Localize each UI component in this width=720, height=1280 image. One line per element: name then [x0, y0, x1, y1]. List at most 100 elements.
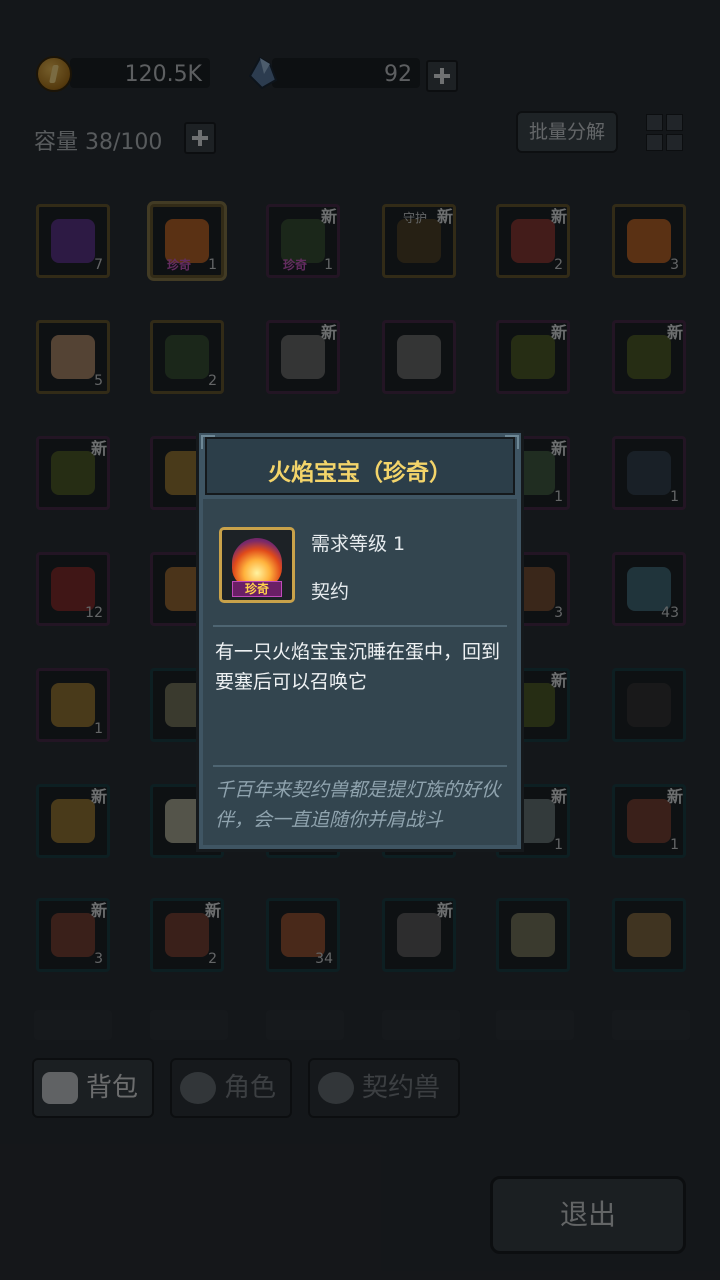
item-count: 2 [208, 951, 217, 967]
ore-icon [627, 451, 671, 495]
tab-pets[interactable]: 契约兽 [308, 1058, 460, 1118]
inventory-slot[interactable]: 2 [150, 320, 224, 394]
batch-decompose-button[interactable]: 批量分解 [516, 111, 618, 153]
inventory-slot[interactable]: 1 新珍奇 [266, 204, 340, 278]
inventory-slot[interactable] [612, 668, 686, 742]
item-count: 5 [94, 373, 103, 389]
crystal-amount: 92 [384, 62, 412, 87]
bell-collar-icon [627, 799, 671, 843]
new-badge: 新 [90, 787, 107, 806]
item-count: 2 [554, 257, 563, 273]
item-flavor-text: 千百年来契约兽都是提灯族的好伙伴，会一直追随你并肩战斗 [215, 779, 501, 831]
rare-tag: 珍奇 [167, 258, 192, 272]
capacity-label: 容量 38/100 [34, 130, 163, 155]
tab-bag[interactable]: 背包 [32, 1058, 154, 1118]
item-count: 1 [554, 837, 563, 853]
new-badge: 新 [550, 671, 567, 690]
inventory-slot[interactable] [612, 898, 686, 972]
divider [213, 625, 507, 627]
inventory-slot[interactable]: 新 [36, 784, 110, 858]
tab-bag-label: 背包 [86, 1073, 139, 1103]
item-count: 2 [208, 373, 217, 389]
new-badge: 新 [436, 901, 453, 920]
fire-egg-icon [627, 219, 671, 263]
inventory-slot[interactable]: 34 [266, 898, 340, 972]
meat-icon [511, 219, 555, 263]
new-badge: 新 [204, 901, 221, 920]
gold-amount: 120.5K [124, 62, 202, 87]
sword-icon [397, 335, 441, 379]
inventory-slot[interactable]: 1 珍奇 [150, 204, 224, 278]
item-count: 3 [554, 605, 563, 621]
corner-ornament-icon [505, 435, 519, 449]
expand-capacity-button[interactable] [184, 122, 216, 154]
inventory-slot[interactable]: 5 [36, 320, 110, 394]
boots-icon [511, 335, 555, 379]
item-count: 7 [94, 257, 103, 273]
tab-character[interactable]: 角色 [170, 1058, 292, 1118]
corner-ornament-icon [201, 435, 215, 449]
item-detail-dialog: 火焰宝宝（珍奇） 珍奇 需求等级 1 契约 有一只火焰宝宝沉睡在蛋中，回到要塞后… [196, 430, 524, 852]
new-badge: 新 [320, 207, 337, 226]
inventory-slot[interactable]: 3 [612, 204, 686, 278]
bag-icon [42, 1072, 78, 1104]
dialog-title: 火焰宝宝（珍奇） [268, 460, 452, 486]
new-badge: 新 [550, 787, 567, 806]
purple-gem-icon [51, 219, 95, 263]
inventory-slot[interactable]: 新 [382, 898, 456, 972]
sword-icon [281, 335, 325, 379]
item-type: 契约 [311, 581, 350, 603]
exit-button[interactable]: 退出 [490, 1176, 686, 1254]
inventory-slot[interactable]: 43 [612, 552, 686, 626]
paw-icon [318, 1072, 354, 1104]
green-egg-icon [165, 335, 209, 379]
inventory-slot[interactable]: 2新 [150, 898, 224, 972]
inventory-slot[interactable]: 7 [36, 204, 110, 278]
bell-collar-icon [165, 913, 209, 957]
inventory-slot[interactable]: 新 [496, 320, 570, 394]
rare-tag: 珍奇 [283, 258, 308, 272]
boots-icon [627, 335, 671, 379]
inventory-slot[interactable]: 12 [36, 552, 110, 626]
inventory-slot[interactable]: 新守护 [382, 204, 456, 278]
inventory-slot[interactable]: 新 [266, 320, 340, 394]
scroll-icon [627, 913, 671, 957]
new-badge: 新 [90, 901, 107, 920]
add-crystals-button[interactable] [426, 60, 458, 92]
tab-character-label: 角色 [224, 1073, 277, 1103]
new-badge: 新 [320, 323, 337, 342]
item-icon-frame: 珍奇 [219, 527, 295, 603]
inventory-slot[interactable] [496, 898, 570, 972]
inventory-slot[interactable]: 3新 [36, 898, 110, 972]
guard-tag: 守护 [403, 211, 428, 225]
spotted-egg-icon [51, 335, 95, 379]
inventory-screen: 120.5K 92 容量 38/100 批量分解 7 1 珍奇 1 新珍奇新守护 2 新 3 5… [0, 0, 720, 1280]
item-count: 12 [85, 605, 103, 621]
dialog-body: 珍奇 需求等级 1 契约 有一只火焰宝宝沉睡在蛋中，回到要塞后可以召唤它 千百年… [203, 499, 517, 845]
item-count: 1 [208, 257, 217, 273]
crystal-icon [248, 56, 278, 90]
new-badge: 新 [550, 207, 567, 226]
bell-collar-icon [51, 913, 95, 957]
inventory-slot[interactable]: 2新 [496, 204, 570, 278]
character-icon [180, 1072, 216, 1104]
inventory-slot[interactable]: 1 [612, 436, 686, 510]
item-count: 43 [661, 605, 679, 621]
boots-icon [51, 451, 95, 495]
feather-icon [511, 913, 555, 957]
inventory-slot[interactable] [382, 320, 456, 394]
inventory-slot[interactable]: 1 [36, 668, 110, 742]
new-badge: 新 [90, 439, 107, 458]
new-badge: 新 [436, 207, 453, 226]
inventory-slot[interactable]: 新 [612, 320, 686, 394]
grid-view-icon[interactable] [646, 114, 684, 152]
new-badge: 新 [666, 323, 683, 342]
ring-icon [51, 799, 95, 843]
inventory-slot[interactable]: 1新 [612, 784, 686, 858]
rare-tag: 珍奇 [232, 581, 282, 597]
hammer-icon [397, 913, 441, 957]
item-count: 1 [94, 721, 103, 737]
inventory-slot[interactable]: 新 [36, 436, 110, 510]
item-count: 3 [670, 257, 679, 273]
item-count: 1 [324, 257, 333, 273]
